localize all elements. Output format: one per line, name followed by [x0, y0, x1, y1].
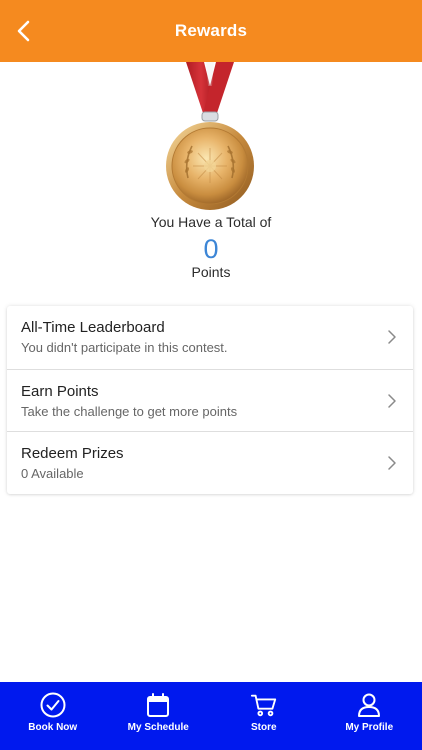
cart-icon: [250, 694, 276, 717]
tab-store[interactable]: Store: [211, 682, 317, 750]
list-item-redeem-prizes[interactable]: Redeem Prizes 0 Available: [7, 431, 413, 494]
calendar-icon: [147, 693, 170, 717]
list-item-title: Redeem Prizes: [21, 445, 124, 463]
bottom-tab-bar: Book Now My Schedule Store My Profile: [0, 682, 422, 750]
back-button[interactable]: [6, 13, 40, 49]
list-item-subtitle: Take the challenge to get more points: [21, 403, 238, 419]
list-item-leaderboard[interactable]: All-Time Leaderboard You didn't particip…: [7, 306, 413, 369]
chevron-left-icon: [17, 20, 30, 42]
tab-label: Store: [250, 722, 277, 733]
gold-medal-icon: [166, 62, 254, 210]
list-item-earn-points[interactable]: Earn Points Take the challenge to get mo…: [7, 368, 413, 432]
chevron-right-icon: [388, 393, 396, 408]
tab-label: My Schedule: [127, 722, 189, 733]
tab-my-profile[interactable]: My Profile: [317, 682, 422, 750]
chevron-right-icon: [388, 330, 396, 344]
tab-book-now[interactable]: Book Now: [0, 682, 106, 750]
header-bar: Rewards: [0, 0, 422, 62]
medal-container: [160, 62, 260, 214]
tab-label: Book Now: [28, 722, 78, 733]
list-item-subtitle: You didn't participate in this contest.: [21, 340, 228, 355]
page-title: Rewards: [174, 21, 248, 40]
list-item-subtitle: 0 Available: [21, 466, 84, 482]
tab-label: My Profile: [345, 722, 394, 733]
user-icon: [358, 693, 381, 717]
rewards-list: All-Time Leaderboard You didn't particip…: [7, 306, 413, 494]
list-item-title: All-Time Leaderboard: [21, 319, 165, 336]
total-points-caption: You Have a Total of: [150, 214, 272, 230]
tab-my-schedule[interactable]: My Schedule: [106, 682, 212, 750]
points-label: Points: [191, 264, 231, 280]
chevron-right-icon: [388, 456, 396, 470]
points-value: 0: [203, 234, 219, 264]
list-item-title: Earn Points: [21, 382, 99, 400]
check-circle-icon: [40, 692, 66, 718]
